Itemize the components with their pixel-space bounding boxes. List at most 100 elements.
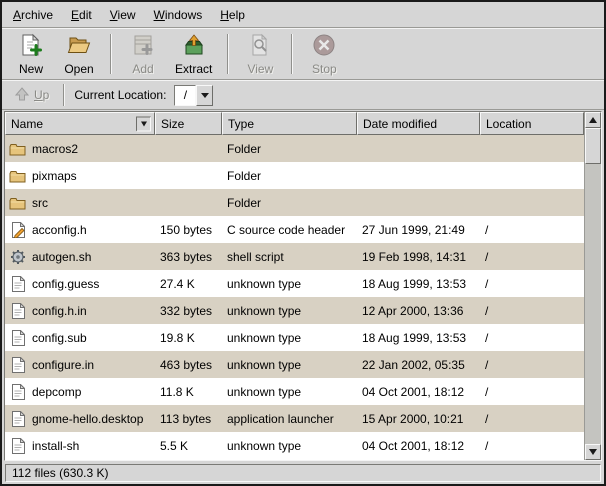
extract-button[interactable]: Extract: [168, 31, 219, 77]
file-location: /: [480, 432, 584, 459]
file-date: 04 Oct 2001, 18:12: [357, 432, 480, 459]
menu-view[interactable]: View: [101, 2, 145, 27]
cell-name: src: [5, 189, 155, 216]
table-row[interactable]: depcomp 11.8 K unknown type 04 Oct 2001,…: [5, 378, 584, 405]
table-row[interactable]: src Folder: [5, 189, 584, 216]
table-row[interactable]: acconfig.h 150 bytes C source code heade…: [5, 216, 584, 243]
file-date: 18 Aug 1999, 13:53: [357, 270, 480, 297]
statusbar: 112 files (630.3 K): [2, 462, 604, 484]
current-location-label: Current Location:: [74, 88, 166, 102]
table-row[interactable]: macros2 Folder: [5, 135, 584, 162]
toolbar-button-label: Add: [132, 62, 153, 76]
open-button[interactable]: Open: [56, 31, 102, 77]
file-date: 19 Feb 1998, 14:31: [357, 243, 480, 270]
view-button[interactable]: View: [237, 31, 283, 77]
file-name: acconfig.h: [32, 223, 87, 237]
scrollbar-trough[interactable]: [585, 128, 601, 444]
menu-archive[interactable]: Archive: [4, 2, 62, 27]
file-table-main: Name Size Type Date modified Location: [5, 112, 584, 460]
menu-label: View: [110, 8, 136, 22]
cell-name: gnome-hello.desktop: [5, 405, 155, 432]
column-header-size[interactable]: Size: [155, 112, 222, 135]
file-name: src: [32, 196, 48, 210]
vertical-scrollbar[interactable]: [584, 112, 601, 460]
location-combo-value: /: [174, 85, 196, 106]
column-header-name[interactable]: Name: [5, 112, 155, 135]
file-icon: [8, 141, 27, 157]
dropdown-arrow-icon: [201, 93, 209, 98]
stop-button[interactable]: Stop: [301, 31, 347, 77]
file-location: /: [480, 405, 584, 432]
gear-icon: [10, 249, 26, 265]
file-table: Name Size Type Date modified Location: [4, 111, 602, 461]
column-header-date-modified[interactable]: Date modified: [357, 112, 480, 135]
location-combo-button[interactable]: [196, 85, 213, 106]
menu-help[interactable]: Help: [211, 2, 254, 27]
toolbar-button-label: New: [19, 62, 43, 76]
file-size: 113 bytes: [155, 405, 222, 432]
toolbar-separator: [110, 34, 112, 74]
file-type: Folder: [222, 162, 357, 189]
add-button[interactable]: Add: [120, 31, 166, 77]
column-header-location[interactable]: Location: [480, 112, 584, 135]
toolbar-separator: [291, 34, 293, 74]
file-icon: [8, 438, 27, 454]
scrollbar-down-button[interactable]: [585, 444, 601, 460]
file-date: 22 Jan 2002, 05:35: [357, 351, 480, 378]
up-button[interactable]: Up: [7, 83, 57, 108]
menu-edit[interactable]: Edit: [62, 2, 101, 27]
file-date: 15 Apr 2000, 10:21: [357, 405, 480, 432]
file-location: /: [480, 297, 584, 324]
toolbar: New Open Add: [2, 28, 604, 80]
file-size: [155, 162, 222, 189]
scroll-up-icon: [589, 117, 597, 123]
file-icon: [8, 330, 27, 346]
table-row[interactable]: config.guess 27.4 K unknown type 18 Aug …: [5, 270, 584, 297]
file-icon: [8, 249, 27, 265]
file-icon: [8, 195, 27, 211]
file-type: unknown type: [222, 297, 357, 324]
new-button[interactable]: New: [8, 31, 54, 77]
file-size: 332 bytes: [155, 297, 222, 324]
table-row[interactable]: config.sub 19.8 K unknown type 18 Aug 19…: [5, 324, 584, 351]
table-row[interactable]: configure.in 463 bytes unknown type 22 J…: [5, 351, 584, 378]
location-combo[interactable]: /: [174, 85, 213, 106]
folder-icon: [9, 142, 26, 156]
file-date: [357, 189, 480, 216]
file-date: 27 Jun 1999, 21:49: [357, 216, 480, 243]
file-size: 150 bytes: [155, 216, 222, 243]
table-row[interactable]: pixmaps Folder: [5, 162, 584, 189]
file-location: /: [480, 351, 584, 378]
file-icon: [8, 384, 27, 400]
table-row[interactable]: install-sh 5.5 K unknown type 04 Oct 200…: [5, 432, 584, 459]
sort-indicator[interactable]: [136, 116, 151, 131]
table-row[interactable]: autogen.sh 363 bytes shell script 19 Feb…: [5, 243, 584, 270]
file-type: Folder: [222, 135, 357, 162]
scroll-down-icon: [589, 449, 597, 455]
toolbar-button-label: Extract: [175, 62, 212, 76]
menu-windows[interactable]: Windows: [145, 2, 212, 27]
file-size: [155, 135, 222, 162]
file-type: unknown type: [222, 270, 357, 297]
cell-name: pixmaps: [5, 162, 155, 189]
file-icon: [8, 303, 27, 319]
file-type: unknown type: [222, 351, 357, 378]
document-icon: [11, 357, 25, 373]
cell-name: macros2: [5, 135, 155, 162]
cell-name: config.guess: [5, 270, 155, 297]
column-header-type[interactable]: Type: [222, 112, 357, 135]
scrollbar-thumb[interactable]: [585, 128, 601, 164]
file-icon: [8, 222, 27, 238]
file-icon: [8, 357, 27, 373]
file-size: 11.8 K: [155, 378, 222, 405]
file-name: config.guess: [32, 277, 99, 291]
file-type: C source code header: [222, 216, 357, 243]
scrollbar-up-button[interactable]: [585, 112, 601, 128]
file-size: 19.8 K: [155, 324, 222, 351]
table-row[interactable]: config.h.in 332 bytes unknown type 12 Ap…: [5, 297, 584, 324]
add-files-icon: [131, 33, 155, 60]
file-list: macros2 Folder: [5, 135, 584, 460]
file-type: application launcher: [222, 405, 357, 432]
file-name: config.sub: [32, 331, 87, 345]
table-row[interactable]: gnome-hello.desktop 113 bytes applicatio…: [5, 405, 584, 432]
